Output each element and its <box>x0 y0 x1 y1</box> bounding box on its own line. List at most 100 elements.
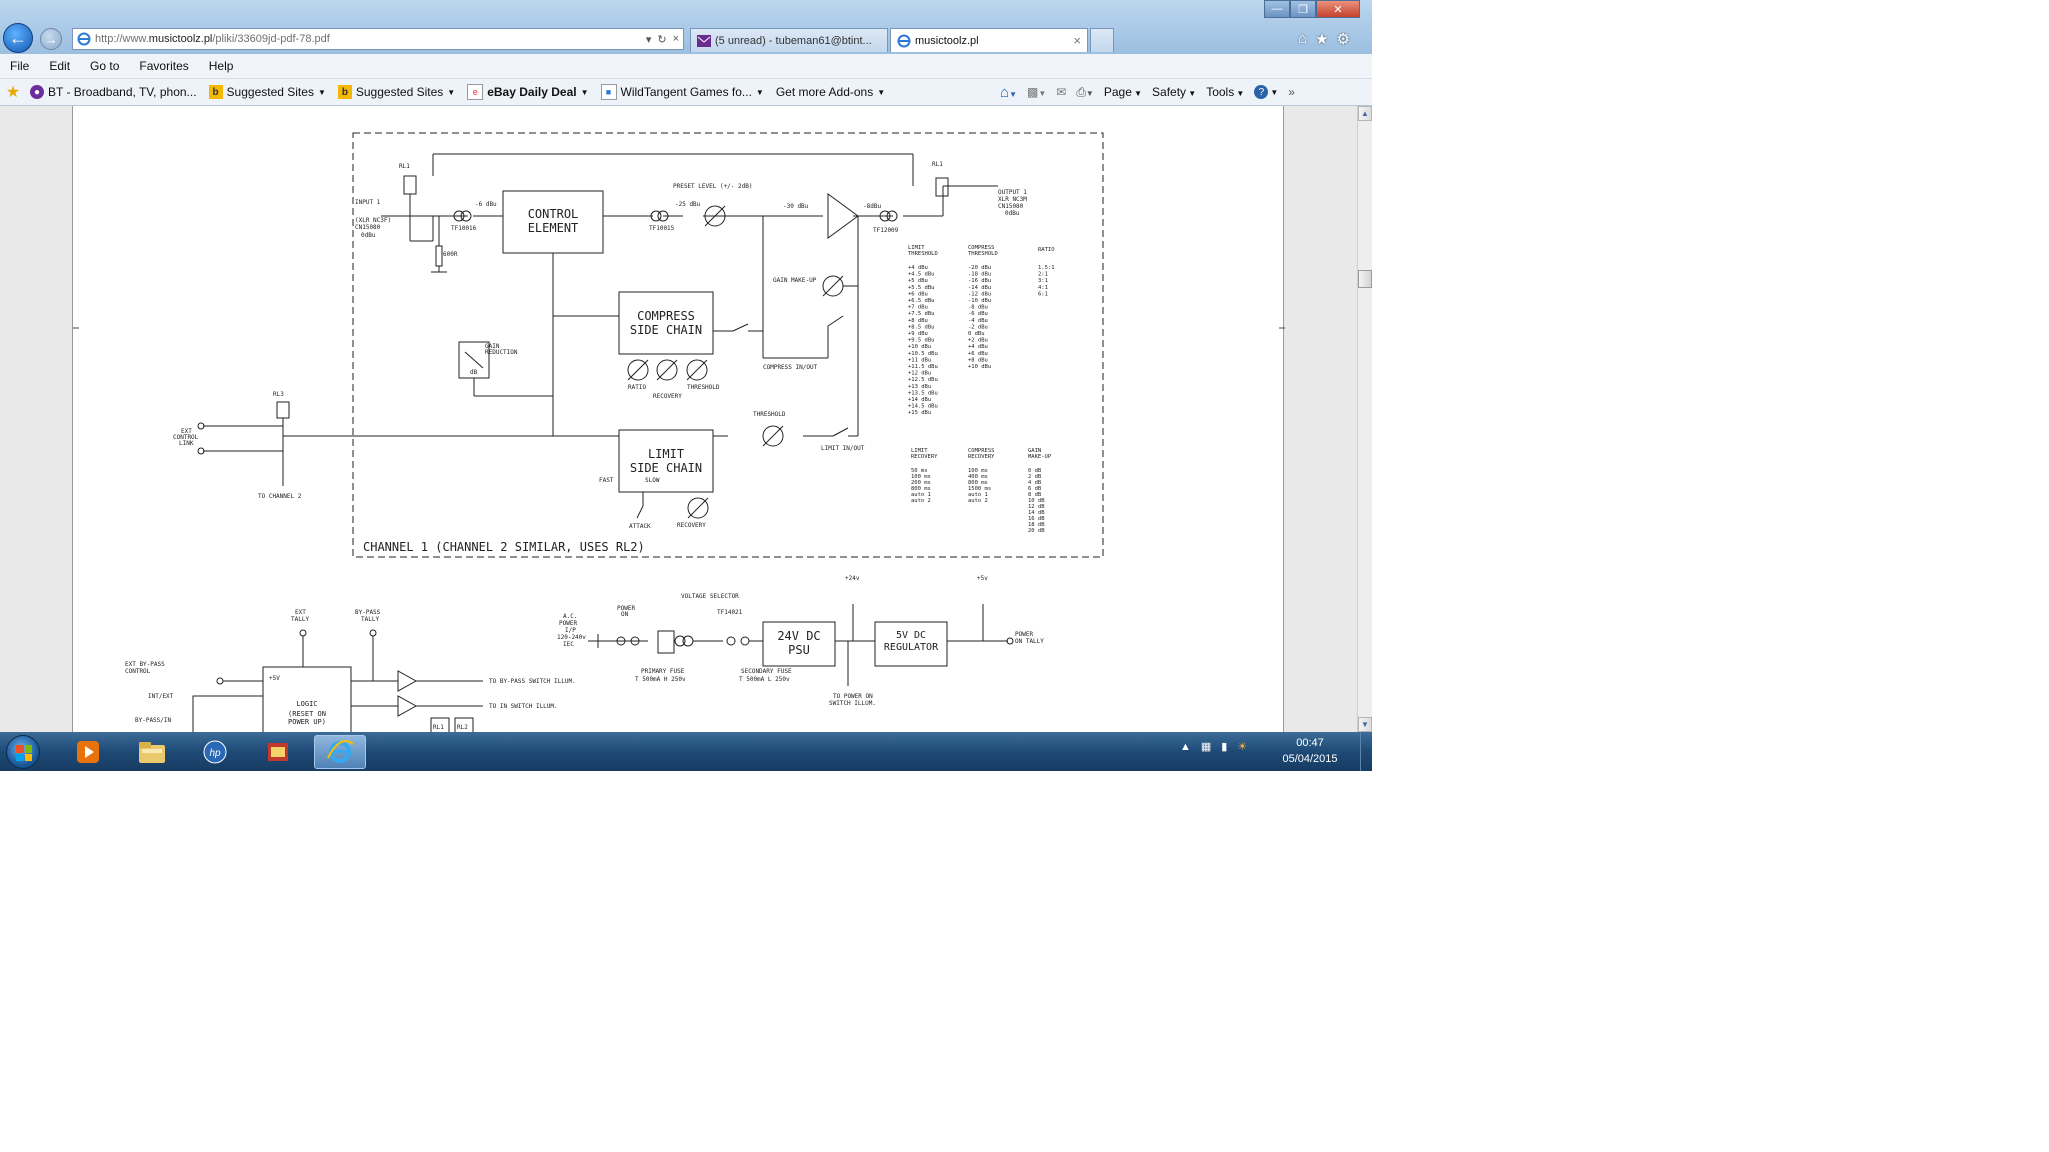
fav-item-suggested-2[interactable]: b Suggested Sites ▼ <box>337 85 455 99</box>
table1-cell: +6 dBu <box>968 351 988 357</box>
forward-button[interactable]: → <box>40 28 62 50</box>
table1-cell: +6 dBu <box>908 291 928 297</box>
vertical-scrollbar[interactable]: ▲ ▼ <box>1357 106 1372 732</box>
battery-icon[interactable]: ▮ <box>1221 740 1227 753</box>
feeds-icon[interactable]: ▩▼ <box>1027 85 1046 99</box>
media-player-icon <box>77 741 99 763</box>
address-url[interactable]: http://www.musictoolz.pl/pliki/33609jd-p… <box>95 33 330 45</box>
table1-cell: -6 dBu <box>968 311 988 317</box>
label-bypass-tally-1: BY-PASS <box>355 609 381 616</box>
home-icon[interactable]: ⌂ <box>1298 30 1307 48</box>
fav-item-addons[interactable]: Get more Add-ons ▼ <box>776 85 885 99</box>
scroll-up-button[interactable]: ▲ <box>1358 106 1372 121</box>
mail-read-icon[interactable]: ✉ <box>1056 85 1066 99</box>
table1-cell: +11 dBu <box>908 357 931 363</box>
page-menu[interactable]: Page ▼ <box>1104 85 1142 99</box>
search-dropdown-icon[interactable]: ▾ <box>646 33 652 46</box>
tab-musictoolz[interactable]: musictoolz.pl × <box>890 28 1088 52</box>
menu-edit[interactable]: Edit <box>39 59 80 73</box>
tab-mail[interactable]: (5 unread) - tubeman61@btint... <box>690 28 888 52</box>
taskbar-clock[interactable]: 00:47 05/04/2015 <box>1270 735 1350 767</box>
network-icon[interactable]: ▦ <box>1201 740 1211 753</box>
fav-item-wildtangent[interactable]: ■ WildTangent Games fo... ▼ <box>600 84 764 100</box>
regulator-label-2: REGULATOR <box>884 642 939 653</box>
address-bar[interactable]: http://www.musictoolz.pl/pliki/33609jd-p… <box>72 28 684 50</box>
print-icon[interactable]: ⎙▼ <box>1076 85 1094 100</box>
star-icon[interactable]: ★ <box>1315 30 1328 48</box>
label-to-power-1: TO POWER ON <box>833 693 873 700</box>
home-icon[interactable]: ⌂▼ <box>1000 84 1017 101</box>
fav-item-ebay[interactable]: e eBay Daily Deal ▼ <box>467 84 589 100</box>
mail-icon <box>697 34 711 47</box>
close-icon[interactable]: ✕ <box>1316 0 1360 18</box>
table1-cell: +2 dBu <box>968 338 988 344</box>
label-secondary-2: T 500mA L 250v <box>739 676 790 683</box>
safety-menu[interactable]: Safety ▼ <box>1152 85 1196 99</box>
label-ac-3: I/P <box>565 627 576 634</box>
scroll-thumb[interactable] <box>1358 270 1372 288</box>
table1-cell: +8 dBu <box>908 318 928 324</box>
label-primary-2: T 500mA H 250v <box>635 676 686 683</box>
table1-cell: -12 dBu <box>968 291 991 297</box>
table1-cell: +7 dBu <box>908 305 928 311</box>
svg-text:hp: hp <box>209 748 221 759</box>
taskbar-internet-explorer[interactable] <box>314 735 366 769</box>
control-element-label-1: CONTROL <box>528 207 579 221</box>
label-m25: -25 dBu <box>675 201 701 208</box>
label-plus5v: +5V <box>269 675 280 682</box>
taskbar-media-player[interactable] <box>62 735 114 769</box>
browser-right-icons: ⌂ ★ ⚙ <box>1298 30 1350 48</box>
refresh-icon[interactable]: ↻ <box>657 33 666 46</box>
label-ac-4: 120-240v <box>557 634 586 641</box>
label-rl1-in: RL1 <box>399 163 410 170</box>
label-ext-bypass-1: EXT BY-PASS <box>125 661 165 668</box>
bing-icon: b <box>208 85 223 99</box>
relay-rl1-out <box>935 177 949 197</box>
taskbar-explorer[interactable] <box>126 735 178 769</box>
close-icon[interactable]: × <box>673 33 679 46</box>
volume-icon[interactable]: ☀ <box>1237 740 1247 753</box>
menu-help[interactable]: Help <box>199 59 244 73</box>
table1-cell: +10.5 dBu <box>908 351 938 357</box>
scroll-down-button[interactable]: ▼ <box>1358 717 1372 732</box>
tools-menu[interactable]: Tools ▼ <box>1206 85 1244 99</box>
folder-icon <box>139 742 165 763</box>
show-desktop-button[interactable] <box>1360 732 1372 771</box>
minimize-icon[interactable]: — <box>1264 0 1290 18</box>
gear-icon[interactable]: ⚙ <box>1337 30 1350 48</box>
table1-header: RATIO <box>1038 247 1055 253</box>
table1-cell: +9 dBu <box>908 331 928 337</box>
taskbar-app[interactable] <box>252 735 304 769</box>
fav-item-bt[interactable]: ● BT - Broadband, TV, phon... <box>30 85 197 99</box>
menu-favorites[interactable]: Favorites <box>129 59 198 73</box>
tray-expand-icon[interactable]: ▲ <box>1180 741 1191 753</box>
table1-cell: +13 dBu <box>908 384 931 390</box>
table1-cell: 1.5:1 <box>1038 265 1055 271</box>
channel-boundary <box>352 132 1104 558</box>
favorites-star-icon[interactable]: ★ <box>6 84 24 101</box>
start-button[interactable] <box>6 735 40 769</box>
table1-cell: +7.5 dBu <box>908 311 935 317</box>
help-icon[interactable]: ? <box>1254 85 1269 99</box>
back-button[interactable]: ← <box>3 23 33 53</box>
close-tab-icon[interactable]: × <box>1073 33 1081 48</box>
label-secondary-1: SECONDARY FUSE <box>741 668 792 675</box>
fav-item-suggested-1[interactable]: b Suggested Sites ▼ <box>208 85 326 99</box>
table1-cell: 2:1 <box>1038 272 1048 278</box>
label-ratio: RATIO <box>628 384 646 391</box>
taskbar-hp[interactable]: hp <box>189 735 241 769</box>
label-compress-inout: COMPRESS IN/OUT <box>763 364 818 371</box>
label-m30: -30 dBu <box>783 203 809 210</box>
menu-goto[interactable]: Go to <box>80 59 129 73</box>
psu-label-1: 24V DC <box>777 629 820 643</box>
label-gain-reduction-2: REDUCTION <box>485 349 518 356</box>
table1-cell: 6:1 <box>1038 291 1048 297</box>
table2-cell: auto 2 <box>968 498 988 504</box>
label-to-in: TO IN SWITCH ILLUM. <box>489 703 558 710</box>
label-ac-2: POWER <box>559 620 577 627</box>
chevron-right-icon[interactable]: » <box>1288 85 1295 99</box>
new-tab-button[interactable] <box>1090 28 1114 52</box>
restore-icon[interactable]: ❐ <box>1290 0 1316 18</box>
menu-file[interactable]: File <box>0 59 39 73</box>
table1-cell: +10 dBu <box>908 344 931 350</box>
